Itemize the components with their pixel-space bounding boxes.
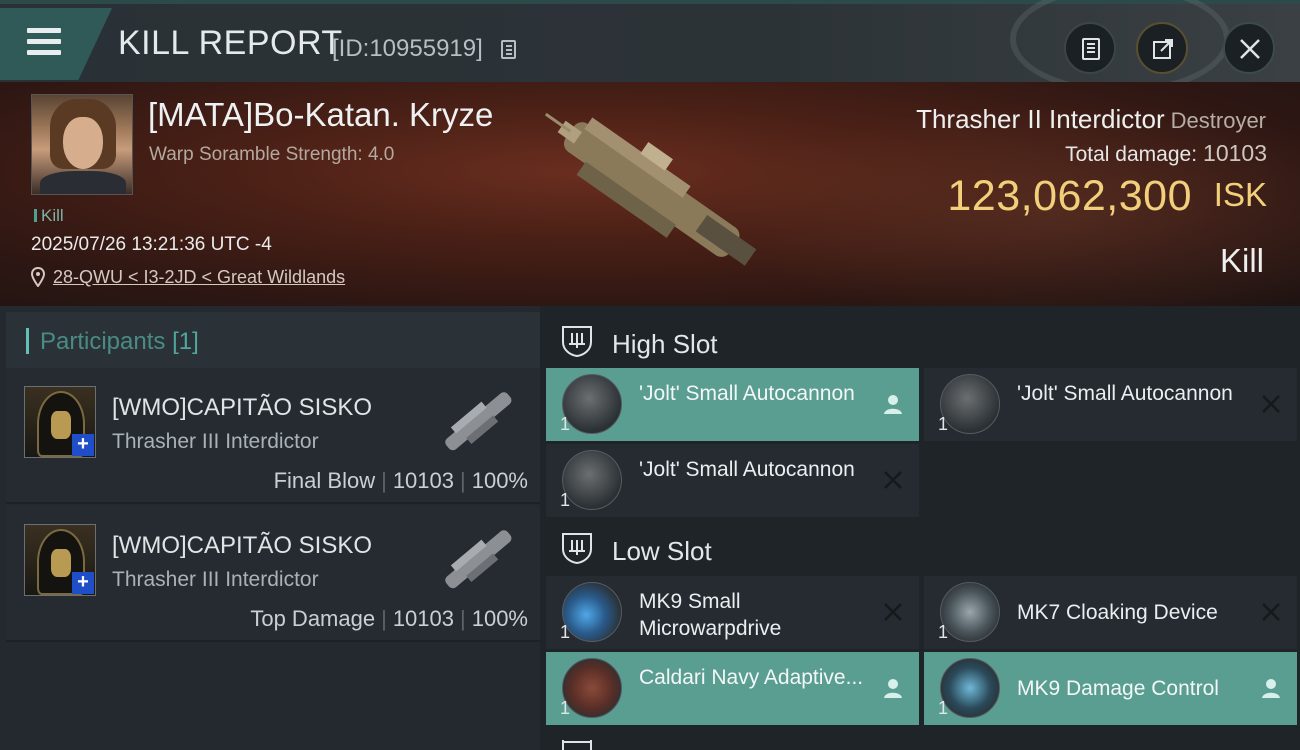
next-slot-header-partial <box>546 738 1300 750</box>
participant-ship: Thrasher III Interdictor <box>112 568 319 591</box>
participant-percent: 100% <box>471 468 528 493</box>
module-item[interactable]: 1 MK7 Cloaking Device <box>924 576 1297 649</box>
module-item[interactable]: 1 'Jolt' Small Autocannon <box>546 368 919 441</box>
low-slot-label: Low Slot <box>612 536 712 566</box>
participant-stats: Top Damage | 10103 | 100% <box>250 606 528 631</box>
module-name: 'Jolt' Small Autocannon <box>639 458 855 481</box>
ship-name[interactable]: Thrasher II Interdictor <box>916 104 1165 134</box>
destroyed-x-icon <box>1262 603 1280 621</box>
add-contact-icon[interactable]: + <box>72 434 94 456</box>
isk-value: 123,062,300 <box>947 172 1192 220</box>
module-item[interactable]: 1 Caldari Navy Adaptive... <box>546 652 919 725</box>
autocannon-icon <box>562 374 622 434</box>
armor-plate-icon <box>562 658 622 718</box>
participant-ship-icon <box>445 392 512 451</box>
participant-damage: 10103 <box>392 606 454 631</box>
location-pin-icon <box>31 267 45 287</box>
add-contact-icon[interactable]: + <box>72 572 94 594</box>
kill-datetime: 2025/07/26 13:21:36 UTC -4 <box>31 234 272 255</box>
close-button[interactable] <box>1223 22 1275 74</box>
pilot-dropped-icon <box>884 679 902 698</box>
microwarpdrive-icon <box>562 582 622 642</box>
clipboard-button[interactable] <box>1064 22 1116 74</box>
participant-row[interactable]: + [WMO]CAPITÃO SISKO Thrasher III Interd… <box>6 368 540 504</box>
high-slot-icon <box>562 326 592 358</box>
module-name: MK7 Cloaking Device <box>1017 601 1218 624</box>
kill-tag: Kill <box>34 206 64 226</box>
participant-ship: Thrasher III Interdictor <box>112 430 319 453</box>
destroyed-x-icon <box>1262 395 1280 413</box>
participant-ship-icon <box>445 530 512 589</box>
victim-avatar[interactable] <box>31 94 133 195</box>
high-slot-header: High Slot <box>546 312 1300 370</box>
clipboard-icon <box>1082 38 1100 60</box>
ship-type: Thrasher II Interdictor Destroyer <box>916 104 1266 135</box>
hamburger-icon <box>27 28 61 61</box>
module-qty: 1 <box>560 622 571 642</box>
victim-banner: [MATA]Bo-Katan. Kryze Warp Soramble Stre… <box>0 82 1300 306</box>
fitting-panel: High Slot 1 'Jolt' Small Autocannon 1 'J… <box>540 306 1300 750</box>
destroyed-x-icon <box>884 603 902 621</box>
close-icon <box>1240 39 1260 59</box>
module-name: MK9 Damage Control <box>1017 677 1219 700</box>
module-qty: 1 <box>938 698 949 718</box>
participants-label: Participants <box>40 328 166 355</box>
module-item[interactable]: 1 'Jolt' Small Autocannon <box>546 444 919 517</box>
cloaking-device-icon <box>940 582 1000 642</box>
participants-count: [1] <box>172 328 199 355</box>
low-slot-icon <box>562 533 592 565</box>
scramble-strength: Warp Soramble Strength: 4.0 <box>149 144 395 165</box>
module-qty: 1 <box>560 490 571 510</box>
damage-control-icon <box>940 658 1000 718</box>
module-item[interactable]: 1 'Jolt' Small Autocannon <box>924 368 1297 441</box>
module-name: 'Jolt' Small Autocannon <box>1017 382 1233 405</box>
share-icon <box>1153 39 1173 59</box>
participant-name: [WMO]CAPITÃO SISKO <box>112 394 373 421</box>
report-id: [ID:10955919] <box>332 35 483 62</box>
page-title: KILL REPORT <box>118 24 343 62</box>
participant-stats: Final Blow | 10103 | 100% <box>273 468 528 493</box>
victim-name[interactable]: [MATA]Bo-Katan. Kryze <box>148 96 493 134</box>
module-qty: 1 <box>560 414 571 434</box>
menu-button[interactable] <box>0 8 112 80</box>
copy-id-icon[interactable] <box>501 40 516 59</box>
pilot-dropped-icon <box>884 395 902 414</box>
module-item[interactable]: 1 MK9 Damage Control <box>924 652 1297 725</box>
isk-label: ISK <box>1213 176 1267 213</box>
module-item[interactable]: 1 MK9 Small Microwarpdrive <box>546 576 919 649</box>
participants-header: Participants [1] <box>6 312 540 368</box>
low-slot-header: Low Slot <box>546 519 1300 577</box>
module-qty: 1 <box>560 698 571 718</box>
ship-class: Destroyer <box>1170 108 1266 133</box>
victim-ship-image <box>544 112 757 266</box>
participants-panel: Participants [1] + [WMO]CAPITÃO SISKO Th… <box>0 306 540 750</box>
module-qty: 1 <box>938 414 949 434</box>
autocannon-icon <box>562 450 622 510</box>
high-slot-label: High Slot <box>612 329 718 359</box>
participant-role: Final Blow <box>273 468 376 493</box>
destroyed-x-icon <box>884 471 902 489</box>
participant-name: [WMO]CAPITÃO SISKO <box>112 532 373 559</box>
module-qty: 1 <box>938 622 949 642</box>
participant-row[interactable]: + [WMO]CAPITÃO SISKO Thrasher III Interd… <box>6 506 540 642</box>
share-button[interactable] <box>1136 22 1188 74</box>
kill-result: Kill <box>1219 242 1264 279</box>
pilot-dropped-icon <box>1262 679 1280 698</box>
module-name: 'Jolt' Small Autocannon <box>639 382 855 405</box>
location-link[interactable]: 28-QWU < I3-2JD < Great Wildlands <box>53 267 345 288</box>
participant-damage: 10103 <box>392 468 454 493</box>
module-name: MK9 Small Microwarpdrive <box>639 590 782 640</box>
total-damage: Total damage: 10103 <box>1065 140 1267 167</box>
total-damage-label: Total damage: <box>1065 143 1198 166</box>
decorative-ring <box>1010 0 1230 94</box>
module-name: Caldari Navy Adaptive... <box>639 666 864 689</box>
participant-percent: 100% <box>471 606 528 631</box>
header-bar: KILL REPORT [ID:10955919] <box>0 0 1300 94</box>
total-damage-value: 10103 <box>1203 140 1267 166</box>
autocannon-icon <box>940 374 1000 434</box>
kill-report-window: KILL REPORT [ID:10955919] [MATA]Bo-Katan… <box>0 0 1300 750</box>
participant-role: Top Damage <box>250 606 376 631</box>
